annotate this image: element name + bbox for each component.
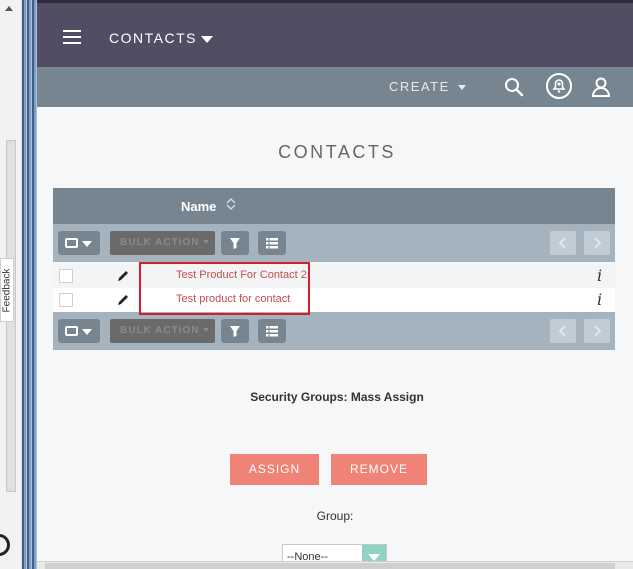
create-menu[interactable]: CREATE [389,79,466,94]
feedback-tab[interactable]: Feedback [0,258,14,322]
user-menu-button[interactable] [590,76,612,98]
bulk-action-label: BULK ACTION [120,325,200,336]
group-label: Group: [316,509,354,523]
caret-down-icon [368,554,380,561]
caret-down-icon [202,328,209,333]
caret-down-icon [457,85,466,91]
info-icon[interactable]: i [597,266,602,285]
notifications-button[interactable] [544,71,574,101]
filter-button[interactable] [221,231,249,255]
feedback-label: Feedback [1,268,13,312]
horizontal-scrollbar[interactable] [37,561,633,569]
assign-button[interactable]: ASSIGN [230,454,319,485]
columns-icon [266,238,278,249]
chevron-right-icon [594,325,602,337]
list-header: Name [53,188,615,224]
column-chooser-button[interactable] [258,231,286,255]
select-all-dropdown[interactable] [58,319,100,343]
column-chooser-button[interactable] [258,319,286,343]
search-icon [505,78,524,97]
security-groups-title: Security Groups: Mass Assign [250,390,424,404]
module-title: CONTACTS [109,30,197,46]
list-view: Name BULK ACTION Test Product For Contac… [53,188,615,351]
pencil-icon[interactable] [115,292,131,308]
app-window: CONTACTS CREATE CONTACTS Name BULK ACTIO… [37,0,633,569]
next-page-button[interactable] [584,231,610,255]
list-actionbar-top: BULK ACTION [53,224,615,262]
prev-page-button[interactable] [550,231,576,255]
next-page-button[interactable] [584,319,610,343]
bulk-action-button[interactable]: BULK ACTION [110,231,215,255]
caret-down-icon [202,240,209,245]
caret-down-icon [200,35,213,43]
filter-icon [230,326,240,337]
pencil-icon[interactable] [115,268,131,284]
caret-down-icon [82,329,92,335]
highlight-box [139,262,310,315]
bulk-action-label: BULK ACTION [120,237,200,248]
row-checkbox[interactable] [59,293,73,307]
bell-icon [546,73,572,99]
chevron-right-icon [594,237,602,249]
prev-page-button[interactable] [550,319,576,343]
window-top-edge [37,0,633,3]
table-row: Test Product For Contact 2 i [53,264,615,288]
info-icon[interactable]: i [597,290,602,309]
decorative-rail [22,0,37,569]
page-title: CONTACTS [278,142,396,162]
columns-icon [266,326,278,337]
column-header-name[interactable]: Name [181,199,216,214]
remove-button[interactable]: REMOVE [331,454,427,485]
create-label: CREATE [389,79,450,94]
top-navbar: CONTACTS [37,0,633,67]
user-icon [591,77,611,97]
select-all-dropdown[interactable] [58,231,100,255]
search-button[interactable] [503,76,525,98]
scroll-up-arrow-icon[interactable] [5,6,13,11]
chevron-left-icon [558,325,566,337]
sort-icon[interactable] [225,196,237,212]
list-actionbar-bottom: BULK ACTION [53,312,615,350]
filter-icon [230,238,240,249]
hamburger-icon[interactable] [63,30,81,44]
caret-down-icon [82,241,92,247]
filter-button[interactable] [221,319,249,343]
row-checkbox[interactable] [59,269,73,283]
scrollbar-thumb[interactable] [45,563,615,569]
table-row: Test product for contact i [53,288,615,312]
action-bar: CREATE [37,67,633,107]
bulk-action-button[interactable]: BULK ACTION [110,319,215,343]
chevron-left-icon [558,237,566,249]
module-menu[interactable]: CONTACTS [109,30,213,46]
